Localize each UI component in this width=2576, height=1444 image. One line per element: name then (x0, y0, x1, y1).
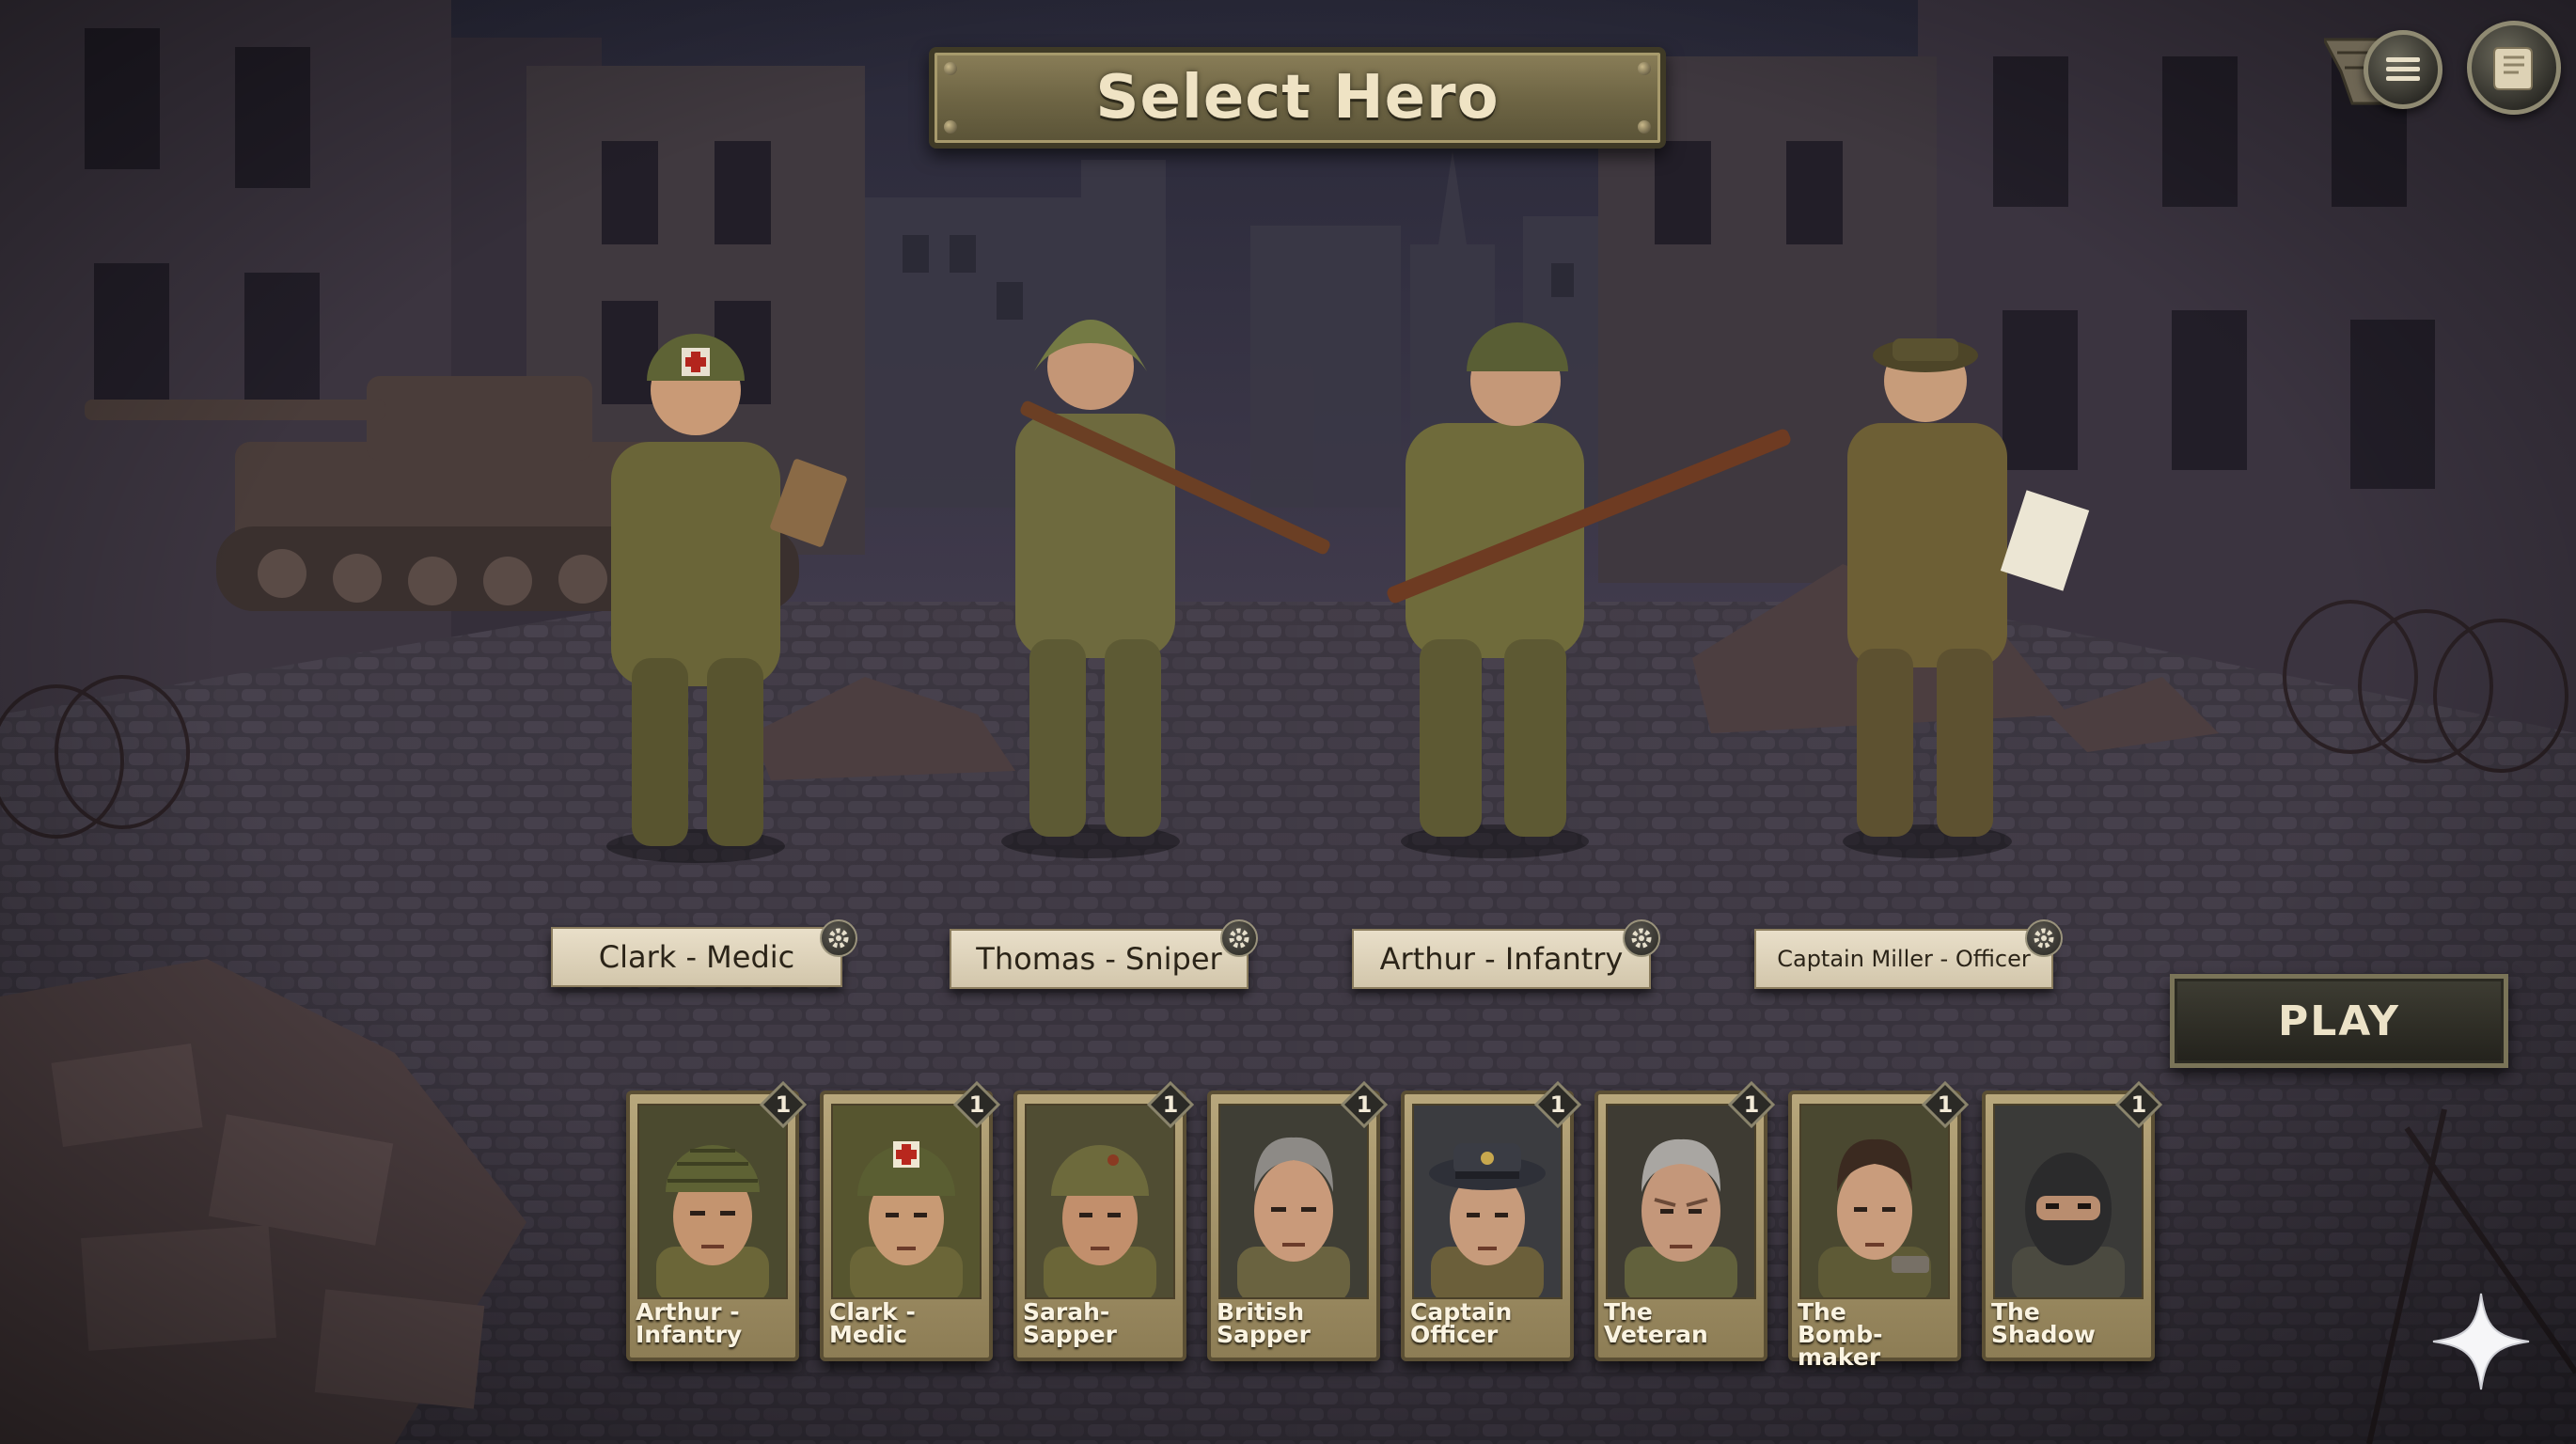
menu-button[interactable] (2364, 30, 2442, 109)
hero-label-officer[interactable]: Captain Miller - Officer (1754, 929, 2053, 989)
hero-label-medic[interactable]: Clark - Medic (551, 927, 842, 987)
roster-card-clark-medic[interactable]: 1 Clark - Medic (820, 1081, 1000, 1361)
portrait-balaclava (1993, 1104, 2144, 1299)
settings-gear-icon[interactable] (2025, 919, 2063, 957)
portrait-bare-old (1606, 1104, 1756, 1299)
portrait-helmet-plain (1025, 1104, 1175, 1299)
hero-label-infantry[interactable]: Arthur - Infantry (1352, 929, 1651, 989)
roster-card-british-sapper[interactable]: 1 British Sapper (1207, 1081, 1388, 1361)
hamburger-menu-icon (2386, 57, 2420, 81)
title-plaque: Select Hero (929, 47, 1666, 149)
portrait-helmet-red-cross (831, 1104, 982, 1299)
roster-card-sarah-sapper[interactable]: 1 Sarah- Sapper (1013, 1081, 1194, 1361)
page-title: Select Hero (1095, 63, 1500, 133)
sparkle-icon (2432, 1293, 2530, 1390)
roster-card-the-veteran[interactable]: 1 The Veteran (1594, 1081, 1775, 1361)
roster-card-the-bomb-maker[interactable]: 1 The Bomb-maker (1788, 1081, 1969, 1369)
hero-label-sniper[interactable]: Thomas - Sniper (950, 929, 1249, 989)
roster-card-arthur-infantry[interactable]: 1 Arthur - Infantry (626, 1081, 807, 1361)
portrait-bare-dark-hair (1799, 1104, 1950, 1299)
play-button[interactable]: PLAY (2170, 974, 2508, 1068)
roster-card-the-shadow[interactable]: 1 The Shadow (1982, 1081, 2162, 1361)
settings-gear-icon[interactable] (820, 919, 857, 957)
map-button[interactable] (2467, 21, 2561, 115)
portrait-bare-grey-hair (1218, 1104, 1369, 1299)
settings-gear-icon[interactable] (1220, 919, 1258, 957)
roster-card-captain-officer[interactable]: 1 Captain Officer (1401, 1081, 1581, 1361)
scroll-map-icon (2493, 47, 2533, 90)
portrait-helmet-netted (637, 1104, 788, 1299)
settings-gear-icon[interactable] (1623, 919, 1660, 957)
portrait-officer-cap (1412, 1104, 1563, 1299)
